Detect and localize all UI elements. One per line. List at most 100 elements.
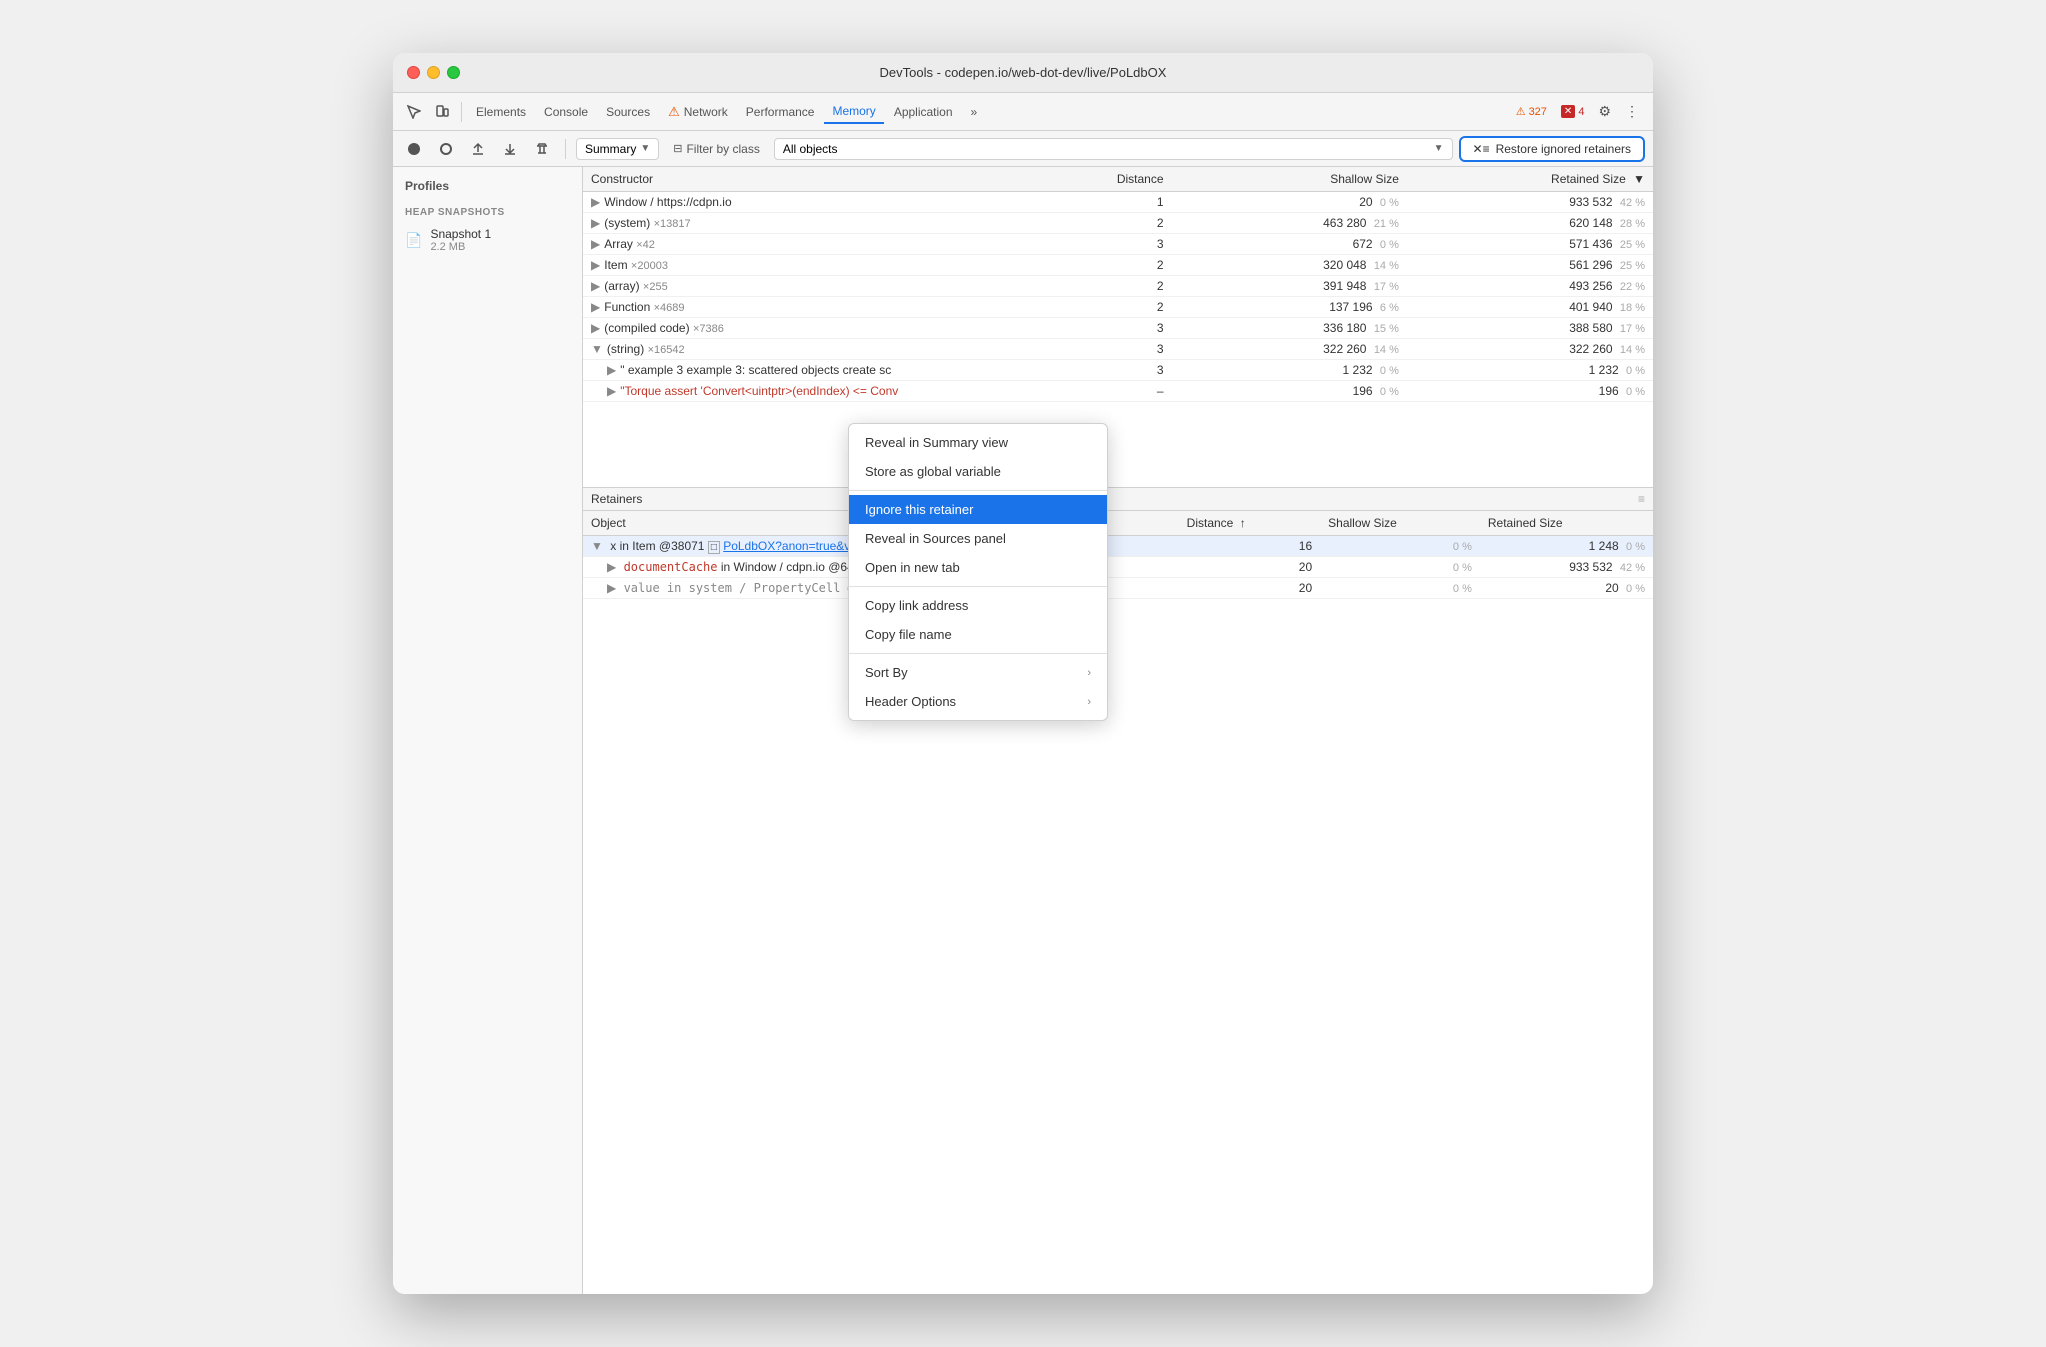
th-ret-shallow: Shallow Size: [1320, 511, 1480, 536]
menu-store-global[interactable]: Store as global variable: [849, 457, 1107, 486]
table-row[interactable]: ▼ x in Item @38071 □ PoLdbOX?anon=true&v…: [583, 536, 1653, 557]
minimize-button[interactable]: [427, 66, 440, 79]
expand-icon[interactable]: ▶: [591, 237, 600, 251]
expand-icon[interactable]: ▶: [607, 560, 616, 574]
tab-elements[interactable]: Elements: [468, 101, 534, 123]
divider2: [565, 139, 566, 159]
table-row[interactable]: ▶Item ×20003 2 320 048 14 % 561 296 25 %: [583, 255, 1653, 276]
menu-separator3: [849, 653, 1107, 654]
record-button[interactable]: [401, 136, 427, 162]
table-row[interactable]: ▶(compiled code) ×7386 3 336 180 15 % 38…: [583, 318, 1653, 339]
heap-table: Constructor Distance Shallow Size Retain…: [583, 167, 1653, 402]
summary-label: Summary: [585, 142, 636, 156]
snapshot-icon: 📄: [405, 232, 422, 249]
filter-button[interactable]: ⊟ Filter by class: [665, 139, 768, 159]
th-ret-distance: Distance ↑: [1179, 511, 1320, 536]
expand-icon[interactable]: ▶: [607, 581, 616, 595]
heap-table-container[interactable]: Constructor Distance Shallow Size Retain…: [583, 167, 1653, 487]
warning-count: 327: [1529, 106, 1547, 118]
inspect-icon[interactable]: [401, 99, 427, 125]
retainer-link[interactable]: PoLdbOX?anon=true&v: [723, 539, 850, 553]
window-title: DevTools - codepen.io/web-dot-dev/live/P…: [880, 65, 1167, 80]
table-row[interactable]: ▶"Torque assert 'Convert<uintptr>(endInd…: [583, 381, 1653, 402]
menu-ignore-retainer[interactable]: Ignore this retainer: [849, 495, 1107, 524]
sidebar: Profiles HEAP SNAPSHOTS 📄 Snapshot 1 2.2…: [393, 167, 583, 1294]
expand-icon[interactable]: ▶: [591, 195, 600, 209]
expand-icon[interactable]: ▶: [607, 384, 616, 398]
class-label: All objects: [783, 142, 838, 156]
divider: [461, 102, 462, 122]
more-tabs-button[interactable]: »: [963, 101, 986, 123]
sort-asc-icon: ↑: [1240, 516, 1246, 530]
menu-sort-by[interactable]: Sort By ›: [849, 658, 1107, 687]
more-options-button[interactable]: ⋮: [1619, 99, 1645, 124]
expand-icon[interactable]: ▶: [591, 300, 600, 314]
collapse-icon[interactable]: ▼: [591, 342, 603, 356]
clipboard-icon: □: [708, 541, 720, 554]
main-layout: Profiles HEAP SNAPSHOTS 📄 Snapshot 1 2.2…: [393, 167, 1653, 1294]
summary-dropdown[interactable]: Summary ▼: [576, 138, 659, 160]
tab-console[interactable]: Console: [536, 101, 596, 123]
network-warning-icon: ⚠: [668, 104, 680, 120]
table-row[interactable]: ▶Function ×4689 2 137 196 6 % 401 940 18…: [583, 297, 1653, 318]
menu-open-tab[interactable]: Open in new tab: [849, 553, 1107, 582]
table-row[interactable]: ▶Array ×42 3 672 0 % 571 436 25 %: [583, 234, 1653, 255]
tab-application[interactable]: Application: [886, 101, 961, 123]
table-row[interactable]: ▶" example 3 example 3: scattered object…: [583, 360, 1653, 381]
retainers-title: Retainers: [591, 492, 642, 506]
maximize-button[interactable]: [447, 66, 460, 79]
expand-icon[interactable]: ▶: [607, 363, 616, 377]
tab-performance[interactable]: Performance: [738, 101, 823, 123]
table-row[interactable]: ▼(string) ×16542 3 322 260 14 % 322 260 …: [583, 339, 1653, 360]
sidebar-title: Profiles: [393, 179, 582, 201]
th-ret-retained: Retained Size: [1480, 511, 1653, 536]
clear-button[interactable]: [529, 136, 555, 162]
error-icon: ✕: [1561, 105, 1575, 118]
menu-header-options[interactable]: Header Options ›: [849, 687, 1107, 716]
th-distance: Distance: [1065, 167, 1172, 192]
tab-memory[interactable]: Memory: [824, 100, 883, 124]
table-row[interactable]: ▶ documentCache in Window / cdpn.io @647…: [583, 557, 1653, 578]
filter-icon: ⊟: [673, 142, 682, 155]
table-row[interactable]: ▶(array) ×255 2 391 948 17 % 493 256 22 …: [583, 276, 1653, 297]
expand-icon[interactable]: ▶: [591, 279, 600, 293]
expand-icon[interactable]: ▶: [591, 258, 600, 272]
class-dropdown[interactable]: All objects ▼: [774, 138, 1453, 160]
table-row[interactable]: ▶ value in system / PropertyCell @40163 …: [583, 578, 1653, 599]
upload-button[interactable]: [465, 136, 491, 162]
snapshot-size: 2.2 MB: [430, 241, 491, 253]
tab-sources[interactable]: Sources: [598, 101, 658, 123]
traffic-lights: [407, 66, 460, 79]
menu-copy-link[interactable]: Copy link address: [849, 591, 1107, 620]
submenu-arrow-icon: ›: [1087, 667, 1091, 679]
table-row[interactable]: ▶Window / https://cdpn.io 1 20 0 % 933 5…: [583, 192, 1653, 213]
device-mode-icon[interactable]: [429, 99, 455, 125]
menu-reveal-summary[interactable]: Reveal in Summary view: [849, 428, 1107, 457]
expand-icon[interactable]: ▶: [591, 216, 600, 230]
heap-snapshots-label: HEAP SNAPSHOTS: [393, 201, 582, 222]
class-chevron-icon: ▼: [1434, 143, 1444, 154]
close-button[interactable]: [407, 66, 420, 79]
restore-retainers-button[interactable]: ✕≡ Restore ignored retainers: [1459, 136, 1645, 162]
menu-reveal-sources[interactable]: Reveal in Sources panel: [849, 524, 1107, 553]
scroll-icon: ≡: [1638, 492, 1645, 506]
collapse-icon[interactable]: ▼: [591, 539, 603, 553]
tab-network[interactable]: ⚠ Network: [660, 100, 736, 124]
warning-icon: ⚠: [1516, 105, 1526, 118]
expand-icon[interactable]: ▶: [591, 321, 600, 335]
main-toolbar: Elements Console Sources ⚠ Network Perfo…: [393, 93, 1653, 131]
title-bar: DevTools - codepen.io/web-dot-dev/live/P…: [393, 53, 1653, 93]
menu-copy-filename[interactable]: Copy file name: [849, 620, 1107, 649]
settings-button[interactable]: ⚙: [1592, 99, 1617, 124]
sort-desc-icon: ▼: [1633, 172, 1645, 186]
download-button[interactable]: [497, 136, 523, 162]
warning-badge: ⚠ 327: [1510, 103, 1553, 120]
th-shallow-size: Shallow Size: [1172, 167, 1407, 192]
snapshot-1-item[interactable]: 📄 Snapshot 1 2.2 MB: [393, 222, 582, 258]
table-row[interactable]: ▶(system) ×13817 2 463 280 21 % 620 148 …: [583, 213, 1653, 234]
retainers-container[interactable]: Object Distance ↑ Shallow Size Retained …: [583, 511, 1653, 1294]
memory-toolbar: Summary ▼ ⊟ Filter by class All objects …: [393, 131, 1653, 167]
snapshot-name: Snapshot 1: [430, 227, 491, 241]
error-count: 4: [1578, 106, 1584, 118]
stop-button[interactable]: [433, 136, 459, 162]
